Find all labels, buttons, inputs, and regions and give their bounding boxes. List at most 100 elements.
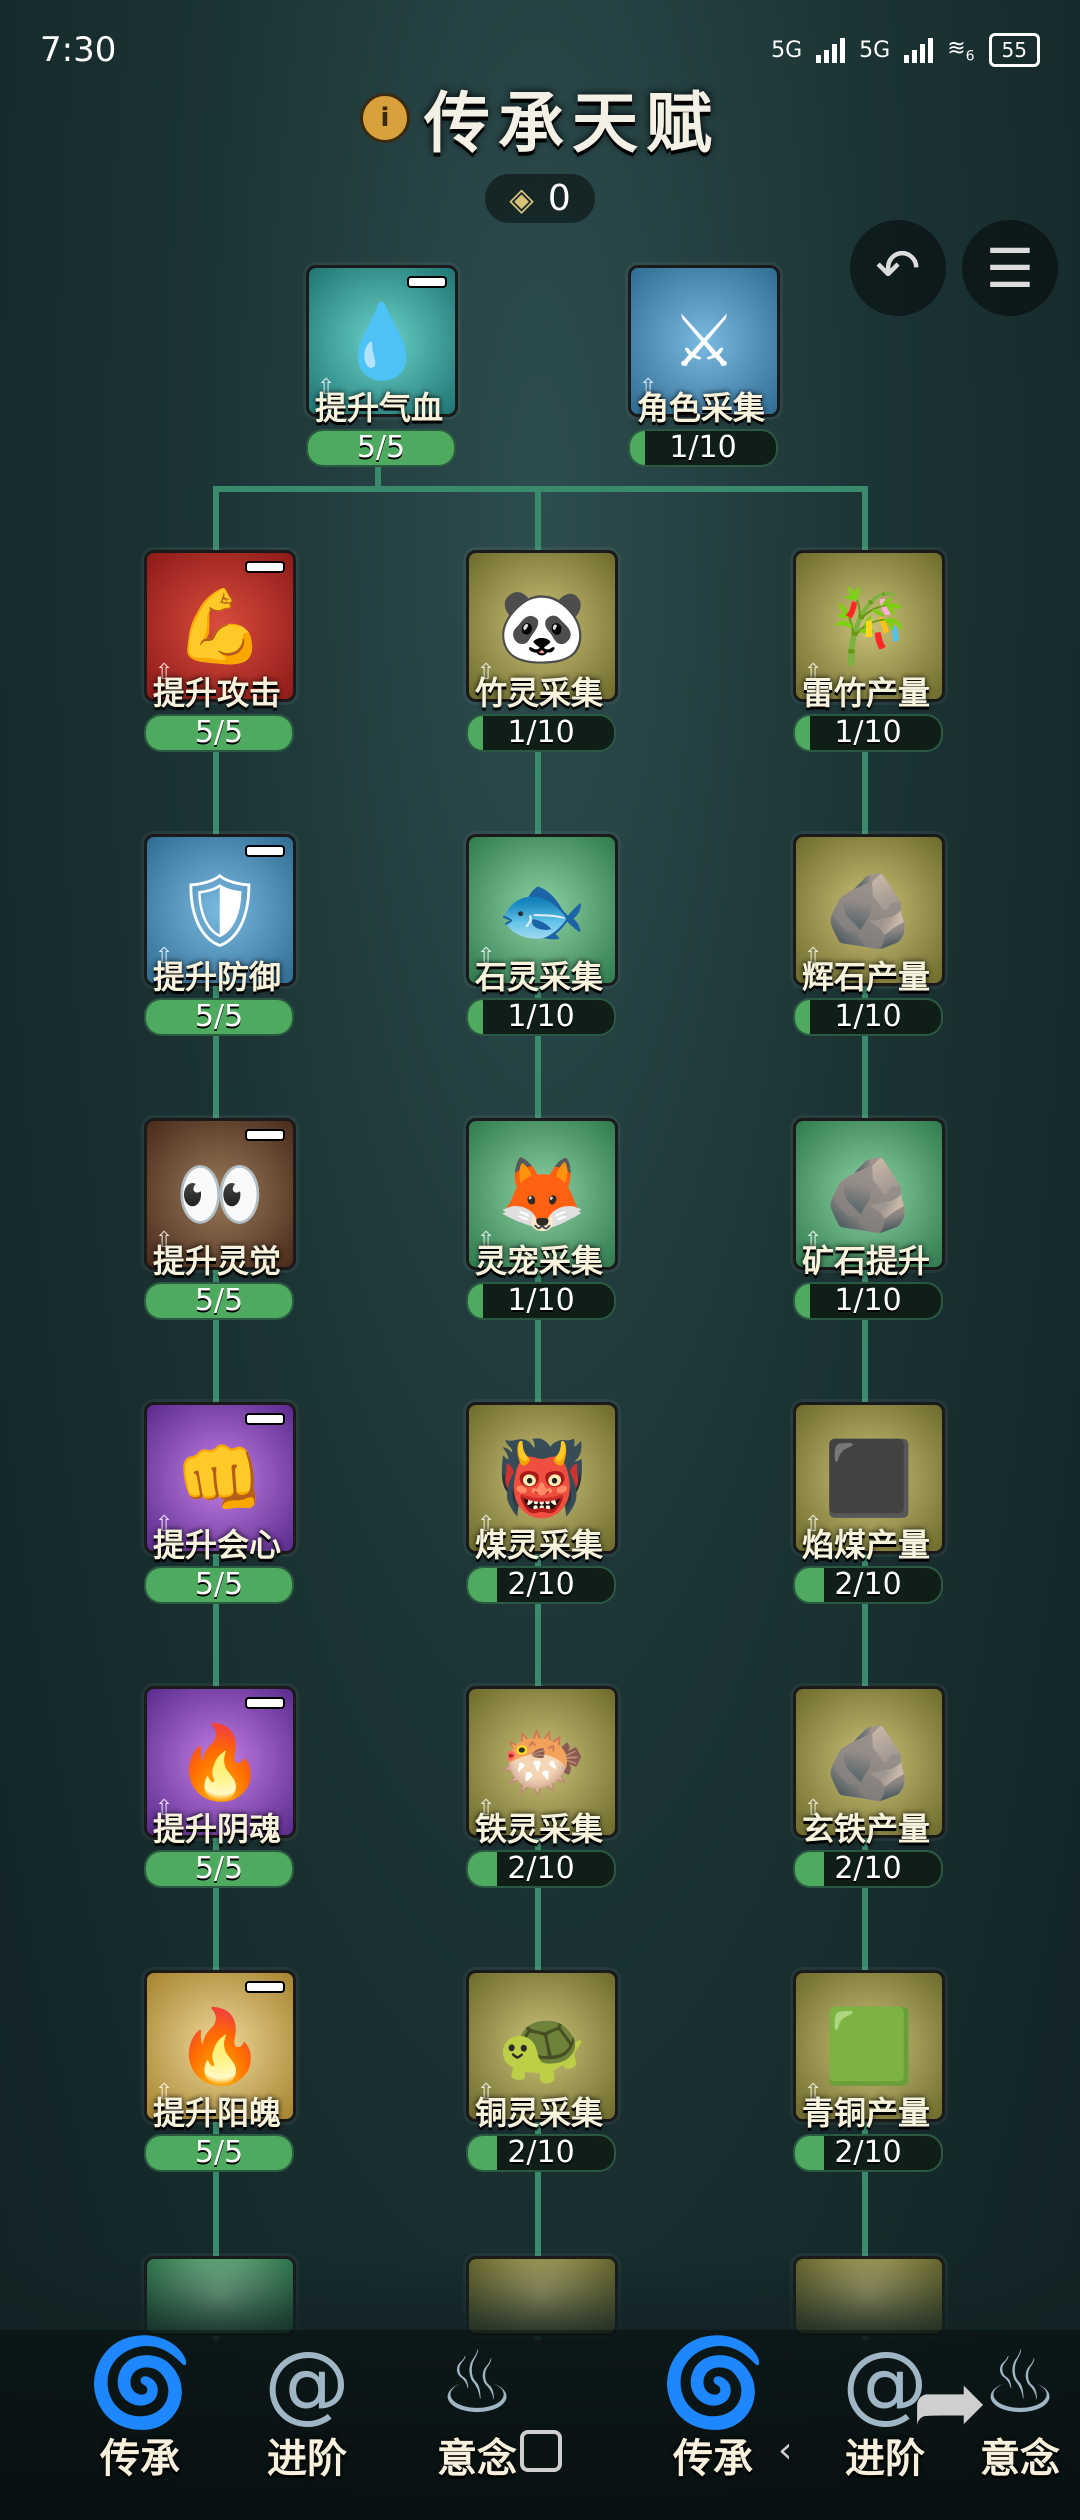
progress-text: 5/5 — [194, 1851, 244, 1886]
back-button[interactable]: ‹ — [778, 2430, 792, 2471]
dash-icon — [245, 1129, 285, 1141]
copper-spirit-icon: 🐢 — [497, 2004, 587, 2088]
talent-shine-stone[interactable]: 🪨 ⇧ 辉石产量 1/10 — [781, 834, 951, 1044]
progress-text: 1/10 — [669, 430, 737, 465]
progress-text: 1/10 — [507, 1283, 575, 1318]
scroll-fade — [0, 2250, 1080, 2330]
talent-name: 焰煤产量 — [801, 1526, 930, 1564]
talent-name: 提升灵觉 — [152, 1242, 281, 1280]
talent-name: 矿石提升 — [801, 1242, 930, 1280]
talent-name: 提升会心 — [152, 1526, 281, 1564]
bamboo-spirit-icon: 🐼 — [497, 584, 587, 668]
water-drop-icon: 💧 — [337, 299, 427, 383]
talent-name: 石灵采集 — [474, 958, 603, 996]
spirit-pet-icon: 🦊 — [497, 1152, 587, 1236]
talent-yang[interactable]: 🔥 ⇧ 提升阳魄 5/5 — [132, 1970, 302, 2180]
info-icon[interactable]: i — [360, 93, 410, 143]
muscle-arm-icon: 💪 — [175, 584, 265, 668]
dash-icon — [407, 276, 447, 288]
talent-copper-spirit[interactable]: 🐢 ⇧ 铜灵采集 2/10 — [454, 1970, 624, 2180]
progress-bar: 5/5 — [144, 998, 294, 1036]
progress-text: 5/5 — [194, 1567, 244, 1602]
dash-icon — [245, 1413, 285, 1425]
progress-bar: 1/10 — [793, 1282, 943, 1320]
signal-icon — [816, 37, 846, 63]
talent-name: 灵宠采集 — [474, 1242, 603, 1280]
swirl-icon: 🌀 — [659, 2333, 767, 2433]
wifi-icon: ≋6 — [947, 35, 975, 65]
nav-inherit[interactable]: 🌀 传承 — [55, 2340, 225, 2500]
white-flame-icon: 🔥 — [175, 2004, 265, 2088]
stone-icon: 🪨 — [824, 868, 914, 952]
currency-value: 0 — [547, 178, 571, 219]
iron-ore-icon: 🪨 — [824, 1720, 914, 1804]
talent-dark-iron[interactable]: 🪨 ⇧ 玄铁产量 2/10 — [781, 1686, 951, 1896]
battery-level: 55 — [1001, 38, 1027, 62]
progress-text: 5/5 — [194, 1283, 244, 1318]
dash-icon — [245, 1697, 285, 1709]
talent-thunder-bamboo[interactable]: 🎋 ⇧ 雷竹产量 1/10 — [781, 550, 951, 760]
stone-spirit-icon: 🐟 — [497, 868, 587, 952]
progress-bar: 2/10 — [793, 1566, 943, 1604]
nav-advance[interactable]: @ 进阶 — [222, 2340, 392, 2500]
talent-flame-coal[interactable]: ⬛ ⇧ 焰煤产量 2/10 — [781, 1402, 951, 1612]
sickle-icon: ⚔ — [671, 299, 737, 383]
progress-text: 2/10 — [507, 1567, 575, 1602]
talent-stone-spirit[interactable]: 🐟 ⇧ 石灵采集 1/10 — [454, 834, 624, 1044]
talent-iron-spirit[interactable]: 🐡 ⇧ 铁灵采集 2/10 — [454, 1686, 624, 1896]
iron-spirit-icon: 🐡 — [497, 1720, 587, 1804]
progress-bar: 1/10 — [793, 998, 943, 1036]
tree-connector — [535, 486, 541, 556]
talent-sense[interactable]: 👀 ⇧ 提升灵觉 5/5 — [132, 1118, 302, 1328]
talent-atk[interactable]: 💪 ⇧ 提升攻击 5/5 — [132, 550, 302, 760]
currency-icon: ◈ — [509, 179, 534, 218]
talent-def[interactable]: 🛡 ⇧ 提升防御 5/5 — [132, 834, 302, 1044]
network-label: 5G — [771, 37, 803, 63]
talent-yin[interactable]: 🔥 ⇧ 提升阴魂 5/5 — [132, 1686, 302, 1896]
talent-name: 玄铁产量 — [801, 1810, 930, 1848]
peeking-spirit-icon: 👀 — [175, 1152, 265, 1236]
bottom-nav: 🌀 传承 @ 进阶 ♨ 意念 🌀 传承 @ 进阶 ♨ 意念 ➦ ‹ — [0, 2330, 1080, 2520]
talent-bamboo-spirit[interactable]: 🐼 ⇧ 竹灵采集 1/10 — [454, 550, 624, 760]
progress-text: 2/10 — [834, 1567, 902, 1602]
talent-name: 提升阴魂 — [152, 1810, 281, 1848]
page-header: i 传承天赋 ◈ 0 — [300, 70, 780, 223]
nav-label: 传承 — [673, 2436, 753, 2482]
progress-bar: 1/10 — [466, 998, 616, 1036]
talent-name: 角色采集 — [636, 389, 765, 427]
progress-bar: 2/10 — [793, 2134, 943, 2172]
progress-bar: 5/5 — [144, 1850, 294, 1888]
progress-text: 1/10 — [507, 715, 575, 750]
talent-bronze[interactable]: 🟩 ⇧ 青铜产量 2/10 — [781, 1970, 951, 2180]
progress-bar: 1/10 — [628, 429, 778, 467]
talent-coal-spirit[interactable]: 👹 ⇧ 煤灵采集 2/10 — [454, 1402, 624, 1612]
progress-text: 5/5 — [194, 999, 244, 1034]
home-button[interactable] — [520, 2430, 562, 2472]
progress-bar: 2/10 — [466, 1850, 616, 1888]
progress-text: 5/5 — [194, 715, 244, 750]
progress-bar: 1/10 — [466, 1282, 616, 1320]
progress-bar: 2/10 — [466, 1566, 616, 1604]
progress-bar: 5/5 — [144, 714, 294, 752]
menu-button[interactable]: ☰ — [962, 220, 1058, 316]
tree-connector — [862, 486, 868, 556]
battery-icon: 55 — [988, 33, 1040, 67]
talent-hp[interactable]: 💧 ⇧ 提升气血 5/5 — [294, 265, 464, 475]
network-label-2: 5G — [859, 37, 891, 63]
forward-arrow-icon[interactable]: ➦ — [912, 2350, 987, 2455]
talent-pet-gather[interactable]: 🦊 ⇧ 灵宠采集 1/10 — [454, 1118, 624, 1328]
nav-intent[interactable]: ♨ 意念 — [392, 2340, 562, 2500]
signal-icon-2 — [904, 37, 934, 63]
coal-spirit-icon: 👹 — [497, 1436, 587, 1520]
swirl-icon: 🌀 — [86, 2333, 194, 2433]
talent-name: 提升气血 — [314, 389, 443, 427]
progress-text: 5/5 — [356, 430, 406, 465]
nav-inherit-2[interactable]: 🌀 传承 — [628, 2340, 798, 2500]
talent-gather[interactable]: ⚔ ⇧ 角色采集 1/10 — [616, 265, 786, 475]
talent-crit[interactable]: 👊 ⇧ 提升会心 5/5 — [132, 1402, 302, 1612]
undo-button[interactable]: ↶ — [850, 220, 946, 316]
talent-name: 雷竹产量 — [801, 674, 930, 712]
progress-text: 1/10 — [834, 1283, 902, 1318]
talent-ore-up[interactable]: 🪨 ⇧ 矿石提升 1/10 — [781, 1118, 951, 1328]
progress-bar: 1/10 — [793, 714, 943, 752]
